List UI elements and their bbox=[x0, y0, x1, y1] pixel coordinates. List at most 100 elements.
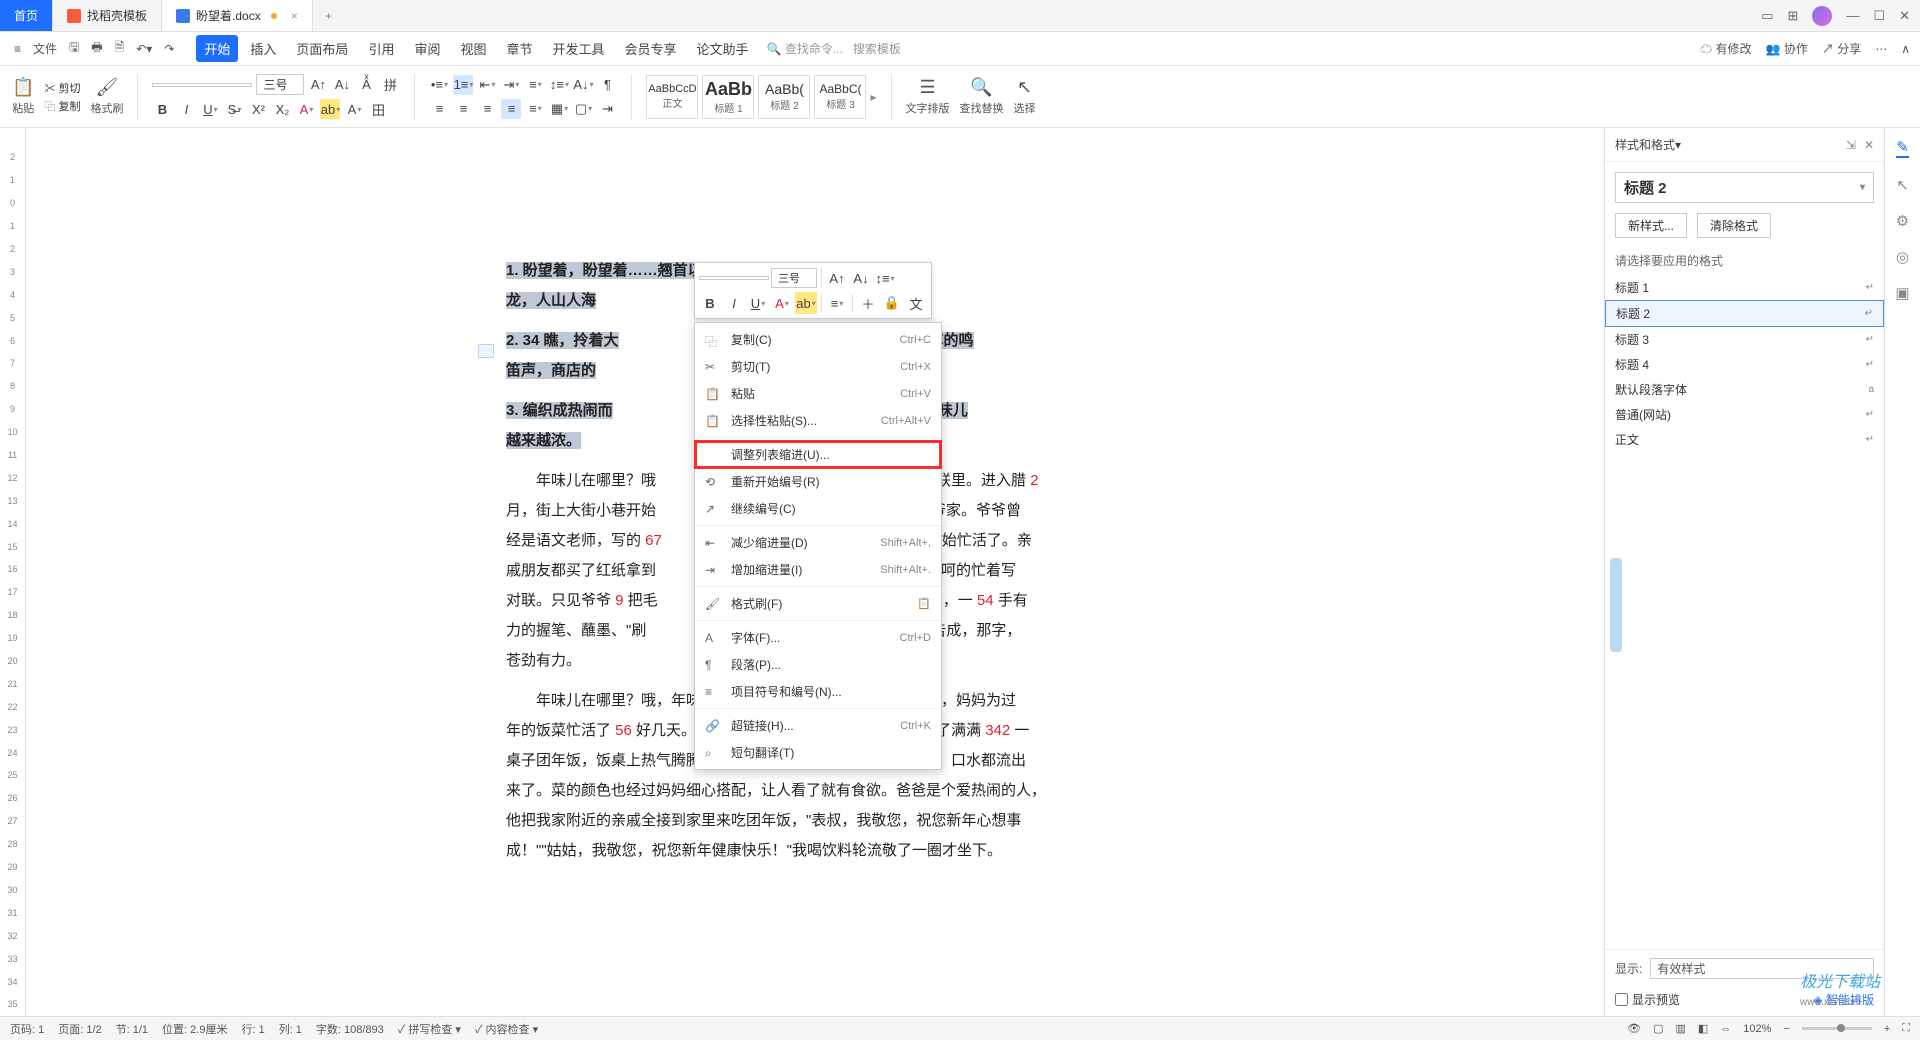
tab-insert[interactable]: 插入 bbox=[242, 35, 284, 62]
style-h2[interactable]: AaBb(标题 2 bbox=[758, 75, 810, 119]
style-normal[interactable]: AaBbCcD正文 bbox=[646, 75, 698, 119]
style-h1[interactable]: AaBb标题 1 bbox=[702, 75, 754, 119]
ctxt-item-1[interactable]: ✂剪切(T)Ctrl+X bbox=[695, 353, 941, 380]
italic-icon[interactable]: I bbox=[176, 99, 196, 119]
tab-thesis[interactable]: 论文助手 bbox=[689, 35, 757, 62]
tab-start[interactable]: 开始 bbox=[196, 35, 238, 62]
maximize-button[interactable]: ☐ bbox=[1873, 8, 1885, 24]
align-justify-icon[interactable]: ≡ bbox=[501, 99, 521, 119]
mini-shrink-font-icon[interactable]: A↓ bbox=[850, 267, 872, 289]
ctxt-item-9[interactable]: ⇤减少缩进量(D)Shift+Alt+, bbox=[695, 529, 941, 556]
numbering-icon[interactable]: 1≡ bbox=[453, 75, 473, 95]
status-position[interactable]: 位置: 2.9厘米 bbox=[162, 1021, 227, 1037]
close-button[interactable]: ✕ bbox=[1899, 8, 1910, 24]
ctxt-item-14[interactable]: A字体(F)...Ctrl+D bbox=[695, 624, 941, 651]
text-layout[interactable]: ☰文字排版 bbox=[906, 77, 950, 116]
status-section[interactable]: 节: 1/1 bbox=[116, 1021, 148, 1037]
avatar[interactable] bbox=[1812, 6, 1832, 26]
mini-grow-font-icon[interactable]: A↑ bbox=[826, 267, 848, 289]
ctxt-item-15[interactable]: ¶段落(P)... bbox=[695, 651, 941, 678]
ctxt-item-7[interactable]: ↗继续编号(C) bbox=[695, 495, 941, 522]
mini-lock-icon[interactable]: 🔒 bbox=[881, 292, 903, 314]
undo-icon[interactable]: ↶▾ bbox=[132, 40, 156, 58]
grow-font-icon[interactable]: A↑ bbox=[308, 75, 328, 95]
highlight-icon[interactable]: ab bbox=[320, 99, 340, 119]
zoom-slider[interactable] bbox=[1802, 1027, 1872, 1030]
view-print-icon[interactable]: ▢ bbox=[1653, 1022, 1663, 1035]
mini-translate-icon[interactable]: 文 bbox=[905, 292, 927, 314]
style-item-h2[interactable]: 标题 2↵ bbox=[1605, 300, 1884, 327]
current-style-select[interactable]: 标题 2 bbox=[1615, 172, 1874, 203]
menu-icon[interactable]: ≡ bbox=[10, 40, 25, 58]
tab-pagelayout[interactable]: 页面布局 bbox=[288, 35, 356, 62]
layout-icon[interactable]: ▭ bbox=[1761, 8, 1773, 24]
tab-view[interactable]: 视图 bbox=[452, 35, 494, 62]
distribute-icon[interactable]: ≡ bbox=[525, 99, 545, 119]
superscript-icon[interactable]: X² bbox=[248, 99, 268, 119]
indent-icon[interactable]: ⇥ bbox=[501, 75, 521, 95]
style-item-h3[interactable]: 标题 3↵ bbox=[1605, 327, 1884, 352]
mini-highlight-icon[interactable]: ab bbox=[795, 292, 817, 314]
style-item-default[interactable]: 默认段落字体a bbox=[1605, 377, 1884, 402]
mini-underline-icon[interactable]: U bbox=[747, 292, 769, 314]
status-row[interactable]: 行: 1 bbox=[241, 1021, 264, 1037]
print-icon[interactable]: 🖶 bbox=[87, 36, 106, 61]
status-pages[interactable]: 页面: 1/2 bbox=[58, 1021, 101, 1037]
search-template[interactable]: 搜索模板 bbox=[853, 40, 901, 57]
linespacing-icon[interactable]: ↕≡ bbox=[549, 75, 569, 95]
char-shade-icon[interactable]: 田 bbox=[368, 99, 388, 119]
status-col[interactable]: 列: 1 bbox=[279, 1021, 302, 1037]
align-left-icon[interactable]: ≡ bbox=[429, 99, 449, 119]
font-size-select[interactable]: 三号 bbox=[256, 74, 304, 95]
view-web-icon[interactable]: ▥ bbox=[1675, 1022, 1685, 1035]
mini-insert-icon[interactable]: ＋ bbox=[857, 292, 879, 314]
tab-marks-icon[interactable]: ⇥ bbox=[597, 99, 617, 119]
status-page[interactable]: 页码: 1 bbox=[10, 1021, 44, 1037]
ctxt-item-5[interactable]: 调整列表缩进(U)... bbox=[695, 441, 941, 468]
search-command[interactable]: 🔍 查找命令... bbox=[767, 40, 843, 57]
comment-mark-icon[interactable] bbox=[478, 344, 494, 358]
ctxt-item-10[interactable]: ⇥增加缩进量(I)Shift+Alt+. bbox=[695, 556, 941, 583]
clear-format-icon[interactable]: Aͯ bbox=[356, 75, 376, 95]
char-border-icon[interactable]: A bbox=[344, 99, 364, 119]
share-button[interactable]: ↗ 分享 bbox=[1822, 40, 1861, 57]
tab-references[interactable]: 引用 bbox=[360, 35, 402, 62]
sidetab-edit-icon[interactable]: ✎ bbox=[1896, 138, 1909, 158]
bold-icon[interactable]: B bbox=[152, 99, 172, 119]
view-outline-icon[interactable]: ◧ bbox=[1698, 1022, 1708, 1035]
cut-button[interactable]: ✂ 剪切 bbox=[44, 80, 80, 96]
ctxt-item-6[interactable]: ⟲重新开始编号(R) bbox=[695, 468, 941, 495]
grid-icon[interactable]: ⊞ bbox=[1788, 8, 1799, 24]
preview-icon[interactable]: 🗎 bbox=[111, 36, 129, 61]
sidetab-location-icon[interactable]: ◎ bbox=[1896, 248, 1909, 266]
ctxt-item-19[interactable]: ⌕短句翻译(T) bbox=[695, 739, 941, 766]
font-name-select[interactable] bbox=[152, 83, 252, 87]
redo-icon[interactable]: ↷ bbox=[160, 40, 178, 58]
new-tab-button[interactable]: + bbox=[313, 0, 345, 31]
style-h3[interactable]: AaBbC(标题 3 bbox=[814, 75, 866, 119]
sidetab-settings-icon[interactable]: ⚙ bbox=[1896, 212, 1909, 230]
view-read-icon[interactable]: 👁 bbox=[1627, 1022, 1641, 1035]
strike-icon[interactable]: S̶ bbox=[224, 99, 244, 119]
close-panel-icon[interactable]: ✕ bbox=[1864, 138, 1874, 152]
ctxt-item-12[interactable]: 🖌格式刷(F)📋 bbox=[695, 590, 941, 617]
style-gallery[interactable]: AaBbCcD正文 AaBb标题 1 AaBb(标题 2 AaBbC(标题 3 … bbox=[646, 75, 876, 119]
shrink-font-icon[interactable]: A↓ bbox=[332, 75, 352, 95]
align-right-icon[interactable]: ≡ bbox=[477, 99, 497, 119]
tab-home[interactable]: 首页 bbox=[0, 0, 53, 31]
ctxt-item-18[interactable]: 🔗超链接(H)...Ctrl+K bbox=[695, 712, 941, 739]
sidetab-library-icon[interactable]: ▣ bbox=[1895, 284, 1909, 302]
tab-dev[interactable]: 开发工具 bbox=[545, 35, 613, 62]
status-spellcheck[interactable]: ✓ 拼写检查 ▾ bbox=[398, 1021, 461, 1037]
tab-member[interactable]: 会员专享 bbox=[617, 35, 685, 62]
sidetab-select-icon[interactable]: ↖ bbox=[1896, 176, 1909, 194]
subscript-icon[interactable]: X₂ bbox=[272, 99, 292, 119]
style-item-h4[interactable]: 标题 4↵ bbox=[1605, 352, 1884, 377]
ctxt-item-16[interactable]: ≡项目符号和编号(N)... bbox=[695, 678, 941, 705]
minimize-button[interactable]: — bbox=[1846, 8, 1859, 23]
mini-italic-icon[interactable]: I bbox=[723, 292, 745, 314]
vertical-ruler[interactable]: 2101234567891011121314151617181920212223… bbox=[0, 128, 26, 1016]
select-menu[interactable]: ↖选择 bbox=[1014, 77, 1036, 116]
tab-templates[interactable]: 找稻壳模板 bbox=[53, 0, 162, 31]
find-replace[interactable]: 🔍查找替换 bbox=[960, 77, 1004, 116]
